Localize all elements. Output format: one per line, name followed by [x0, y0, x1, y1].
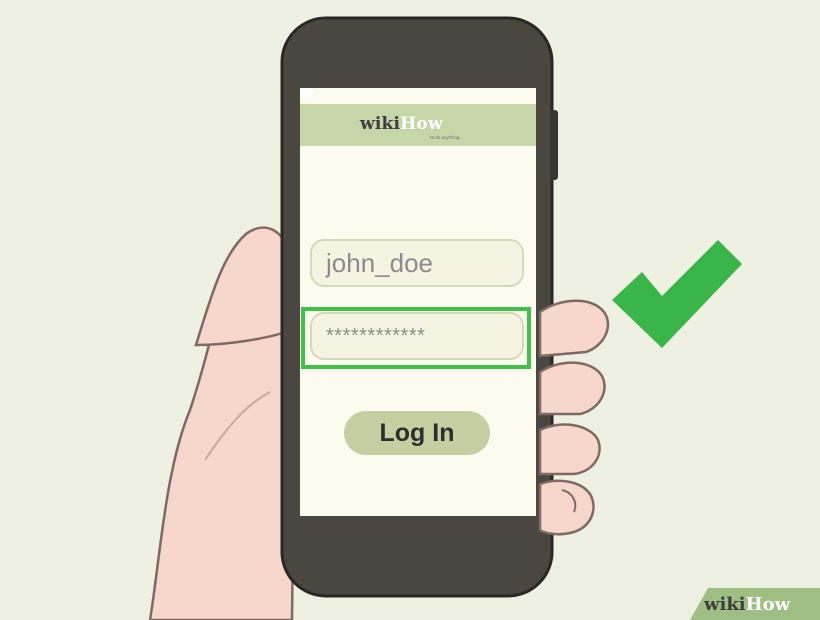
app-tagline: to do anything	[430, 135, 460, 140]
watermark-logo: wikiHow	[704, 594, 790, 615]
finger-3	[538, 423, 601, 476]
phone-screen: wikiHow to do anything john_doe ********…	[300, 88, 536, 516]
finger-4	[538, 479, 595, 536]
side-button	[550, 110, 558, 180]
username-field[interactable]: john_doe	[310, 239, 524, 287]
checkmark-icon	[612, 240, 742, 348]
watermark-part2: How	[745, 594, 791, 615]
illustration-stage: wikiHow to do anything john_doe ********…	[0, 0, 820, 620]
app-logo-part2: How	[400, 114, 443, 134]
finger-1	[538, 299, 610, 358]
status-bar	[300, 88, 536, 100]
app-header: wikiHow to do anything	[300, 104, 536, 146]
battery-icon	[300, 88, 314, 95]
watermark-part1: wiki	[704, 594, 746, 615]
app-logo: wikiHow	[360, 114, 443, 134]
login-button[interactable]: Log In	[344, 411, 490, 455]
password-highlight	[301, 307, 531, 369]
login-label: Log In	[379, 418, 455, 447]
username-value: john_doe	[326, 247, 433, 278]
app-logo-part1: wiki	[360, 114, 401, 134]
finger-2	[538, 361, 606, 416]
